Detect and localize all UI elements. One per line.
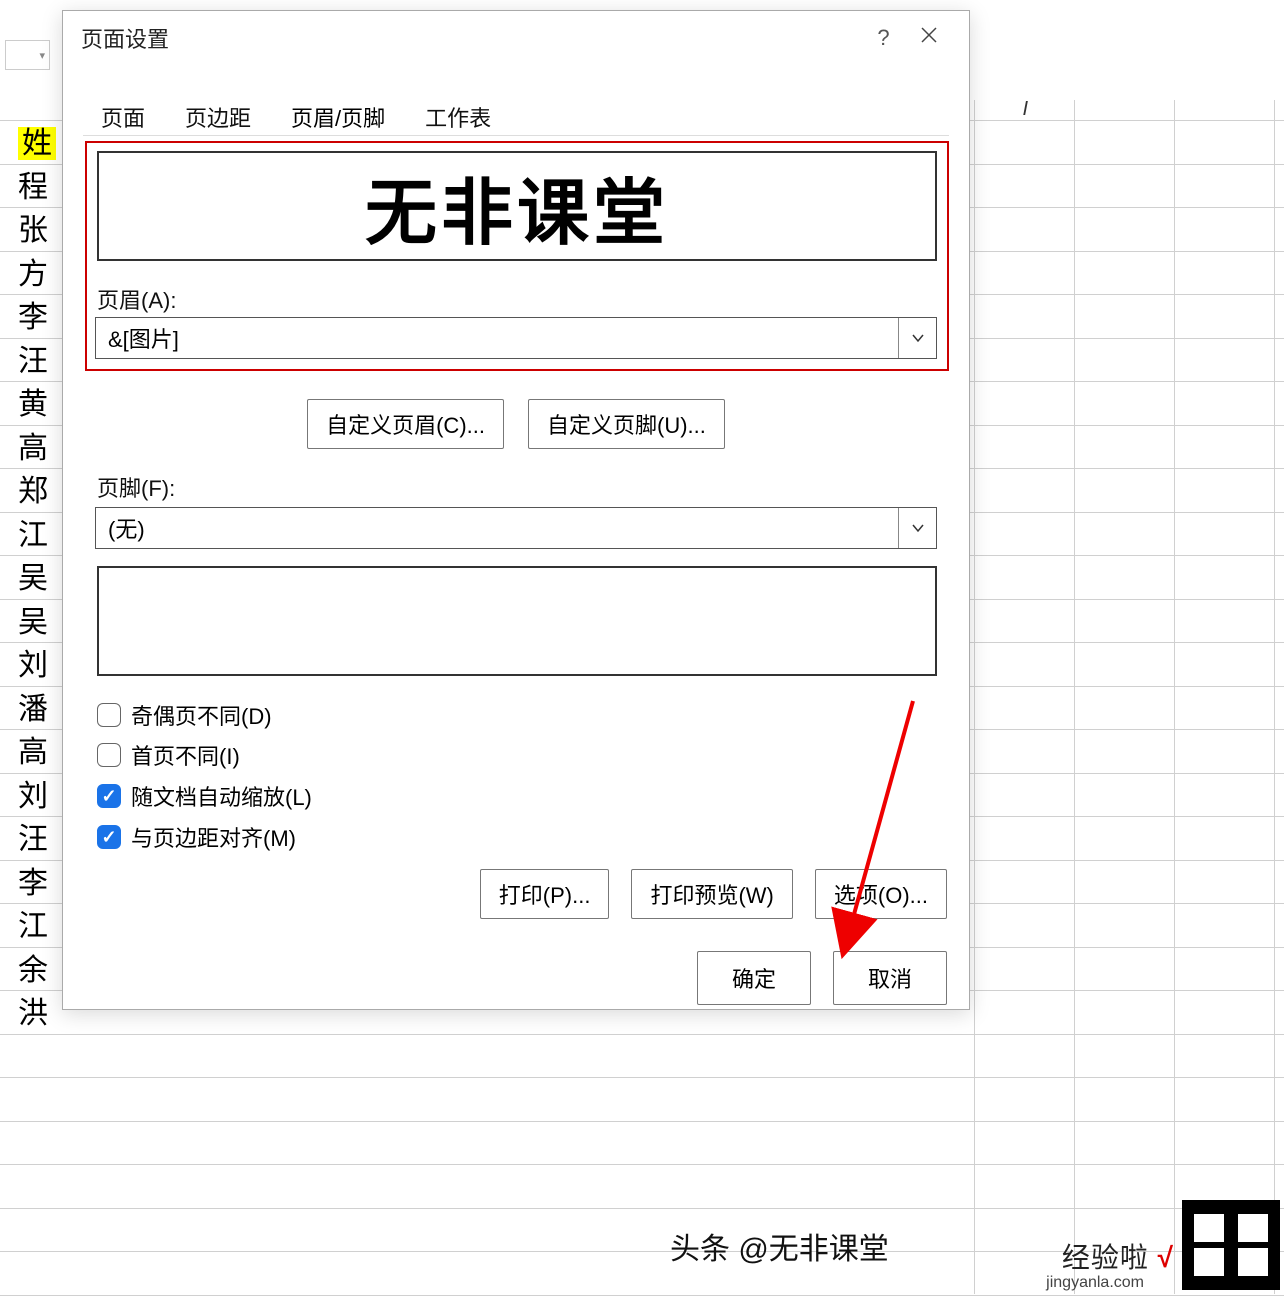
table-row: 李	[18, 296, 56, 340]
tab-row: 页面 页边距 页眉/页脚 工作表	[63, 95, 969, 139]
print-preview-button[interactable]: 打印预览(W)	[631, 869, 792, 919]
footer-select[interactable]: (无)	[95, 507, 937, 549]
header-preview: 无非课堂	[97, 151, 937, 261]
custom-header-button[interactable]: 自定义页眉(C)...	[307, 399, 504, 449]
site-watermark: jingyanla.com	[1046, 1274, 1144, 1292]
tab-page[interactable]: 页面	[93, 95, 153, 139]
checkbox-align-row[interactable]: 与页边距对齐(M)	[97, 821, 296, 853]
author-watermark: 头条 @无非课堂	[670, 1224, 889, 1268]
brand-watermark: 经验啦 √	[1062, 1236, 1174, 1276]
checkbox-align-label: 与页边距对齐(M)	[131, 821, 296, 853]
table-row: 吴	[18, 601, 56, 645]
table-row: 张	[18, 209, 56, 253]
table-row: 刘	[18, 644, 56, 688]
table-row: 方	[18, 253, 56, 297]
table-row: 洪	[18, 992, 56, 1036]
right-gridlines	[974, 100, 1284, 1294]
table-row: 汪	[18, 818, 56, 862]
checkbox-scale-row[interactable]: 随文档自动缩放(L)	[97, 780, 312, 812]
table-row: 吴	[18, 557, 56, 601]
print-button[interactable]: 打印(P)...	[480, 869, 610, 919]
checkbox-align[interactable]	[97, 825, 121, 849]
cancel-button[interactable]: 取消	[833, 951, 947, 1005]
table-row: 潘	[18, 688, 56, 732]
table-row: 江	[18, 514, 56, 558]
checkbox-oddeven-label: 奇偶页不同(D)	[131, 699, 272, 731]
tab-sheet[interactable]: 工作表	[417, 95, 499, 139]
table-row: 余	[18, 949, 56, 993]
dialog-titlebar: 页面设置 ?	[63, 11, 969, 65]
header-select-value: &[图片]	[108, 322, 179, 354]
close-button[interactable]	[906, 25, 951, 51]
table-row: 高	[18, 427, 56, 471]
header-preview-text: 无非课堂	[365, 154, 669, 259]
checkbox-firstpage[interactable]	[97, 743, 121, 767]
table-row: 汪	[18, 340, 56, 384]
name-box[interactable]	[5, 40, 50, 70]
tab-header-footer[interactable]: 页眉/页脚	[283, 95, 393, 139]
app-icon	[1182, 1200, 1280, 1290]
checkbox-firstpage-row[interactable]: 首页不同(I)	[97, 739, 240, 771]
header-label: 页眉(A):	[97, 283, 176, 315]
annotation-arrow	[793, 691, 933, 961]
checkbox-firstpage-label: 首页不同(I)	[131, 739, 240, 771]
footer-preview	[97, 566, 937, 676]
table-row: 江	[18, 905, 56, 949]
checkbox-oddeven[interactable]	[97, 703, 121, 727]
table-row: 高	[18, 731, 56, 775]
table-row: 郑	[18, 470, 56, 514]
checkbox-scale[interactable]	[97, 784, 121, 808]
ok-button[interactable]: 确定	[697, 951, 811, 1005]
checkbox-oddeven-row[interactable]: 奇偶页不同(D)	[97, 699, 272, 731]
table-row: 李	[18, 862, 56, 906]
custom-footer-button[interactable]: 自定义页脚(U)...	[528, 399, 725, 449]
header-cell: 姓	[18, 127, 56, 160]
footer-select-value: (无)	[108, 512, 145, 544]
tab-margins[interactable]: 页边距	[177, 95, 259, 139]
chevron-down-icon	[898, 508, 936, 548]
dialog-title: 页面设置	[81, 22, 169, 54]
row-names: 姓 程 张 方 李 汪 黄 高 郑 江 吴 吴 刘 潘 高 刘 汪 李 江 余 …	[18, 122, 56, 1036]
header-select[interactable]: &[图片]	[95, 317, 937, 359]
footer-label: 页脚(F):	[97, 471, 175, 503]
close-icon	[919, 25, 939, 45]
table-row: 程	[18, 166, 56, 210]
table-row: 黄	[18, 383, 56, 427]
chevron-down-icon	[898, 318, 936, 358]
page-setup-dialog: 页面设置 ? 页面 页边距 页眉/页脚 工作表 无非课堂 页眉(A): &[图片…	[62, 10, 970, 1010]
help-button[interactable]: ?	[861, 25, 906, 51]
checkbox-scale-label: 随文档自动缩放(L)	[131, 780, 312, 812]
table-row: 刘	[18, 775, 56, 819]
options-button[interactable]: 选项(O)...	[815, 869, 947, 919]
